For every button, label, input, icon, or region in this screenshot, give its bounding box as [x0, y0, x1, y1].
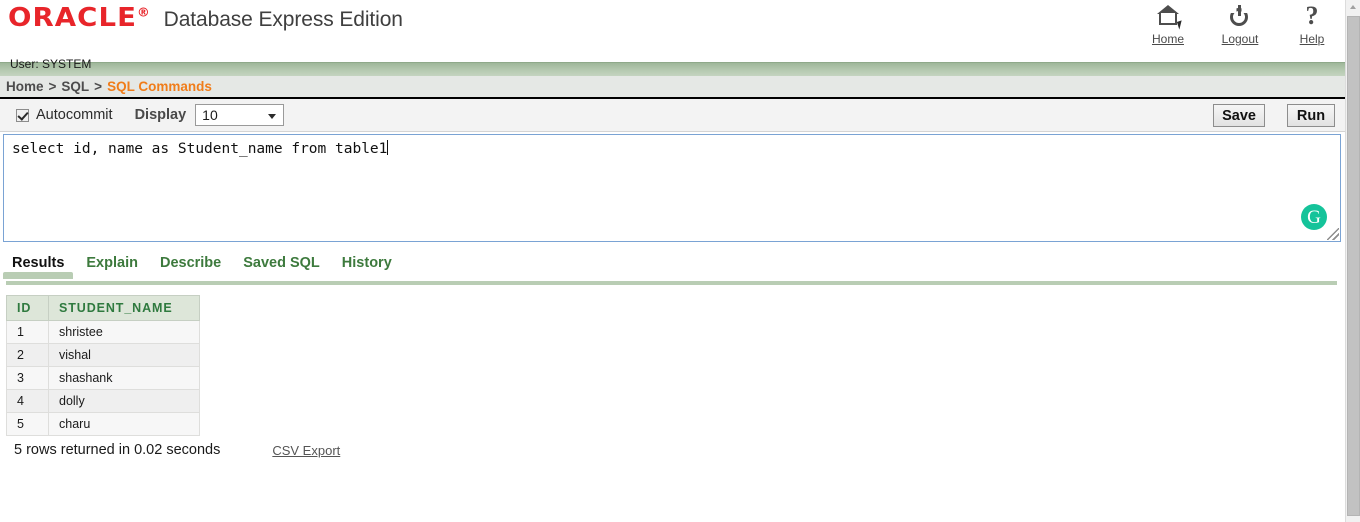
header-nav: Home Logout ? Help — [1143, 1, 1337, 47]
column-header-id[interactable]: ID — [6, 295, 49, 321]
tab-results[interactable]: Results — [2, 255, 74, 279]
autocommit-checkbox[interactable] — [16, 108, 29, 122]
text-caret — [387, 140, 389, 155]
current-user-label: User: SYSTEM — [10, 57, 92, 71]
table-row: 1 shristee — [6, 320, 200, 344]
breadcrumb-separator: > — [48, 79, 57, 94]
tabs-underline — [6, 281, 1337, 285]
page-content: ORACLE® Database Express Edition User: S… — [0, 0, 1345, 522]
oracle-apex-sql-commands-page: ORACLE® Database Express Edition User: S… — [0, 0, 1360, 522]
nav-help-label: Help — [1299, 32, 1325, 46]
results-panel: ID STUDENT_NAME 1 shristee 2 vishal 3 sh… — [0, 295, 1345, 458]
toolbar-actions: Save Run — [1213, 104, 1335, 127]
breadcrumb-item-home[interactable]: Home — [6, 79, 44, 94]
cell-student-name: charu — [48, 412, 200, 436]
csv-export-link[interactable]: CSV Export — [272, 443, 340, 458]
oracle-logo: ORACLE® — [8, 5, 150, 31]
sql-toolbar: Autocommit Display 10 Save Run — [0, 99, 1345, 132]
sql-editor-content[interactable]: select id, name as Student_name from tab… — [4, 135, 1340, 159]
rows-returned-status: 5 rows returned in 0.02 seconds — [14, 442, 221, 458]
power-icon — [1215, 2, 1265, 30]
cell-id: 4 — [6, 389, 49, 413]
tab-describe[interactable]: Describe — [160, 255, 221, 279]
cell-student-name: dolly — [48, 389, 200, 413]
cell-id: 2 — [6, 343, 49, 367]
question-mark-icon: ? — [1305, 1, 1319, 30]
tab-explain[interactable]: Explain — [86, 255, 138, 279]
grammarly-icon[interactable]: G — [1301, 204, 1327, 230]
cell-id: 3 — [6, 366, 49, 390]
results-table-body: 1 shristee 2 vishal 3 shashank 4 dolly 5… — [6, 320, 200, 436]
oracle-logo-text: ORACLE — [8, 3, 137, 33]
nav-home-label: Home — [1151, 32, 1184, 46]
results-status-row: 5 rows returned in 0.02 seconds CSV Expo… — [6, 442, 1345, 458]
header-accent-band — [0, 62, 1345, 76]
table-row: 3 shashank — [6, 366, 200, 390]
sql-editor-text: select id, name as Student_name from tab… — [12, 141, 388, 157]
scrollbar-thumb[interactable] — [1347, 16, 1360, 516]
brand-block: ORACLE® Database Express Edition — [8, 5, 403, 32]
table-row: 2 vishal — [6, 343, 200, 367]
display-rows-select[interactable]: 10 — [195, 104, 285, 126]
breadcrumb-item-sql[interactable]: SQL — [61, 79, 89, 94]
nav-logout-button[interactable]: Logout — [1215, 2, 1265, 46]
run-button[interactable]: Run — [1287, 104, 1335, 127]
app-header: ORACLE® Database Express Edition User: S… — [0, 0, 1345, 71]
editor-resize-handle[interactable] — [1327, 228, 1339, 240]
display-rows-value: 10 — [202, 107, 218, 123]
breadcrumb-item-sql-commands: SQL Commands — [107, 79, 212, 94]
breadcrumb: Home > SQL > SQL Commands — [0, 76, 1345, 99]
cell-id: 1 — [6, 320, 49, 344]
breadcrumb-separator: > — [94, 79, 103, 94]
tab-history[interactable]: History — [342, 255, 392, 279]
save-button[interactable]: Save — [1213, 104, 1265, 127]
cell-student-name: shristee — [48, 320, 200, 344]
table-row: 4 dolly — [6, 389, 200, 413]
nav-help-button[interactable]: ? Help — [1287, 1, 1337, 47]
home-icon — [1143, 2, 1193, 30]
results-tabs: Results Explain Describe Saved SQL Histo… — [0, 255, 1345, 285]
registered-mark-icon: ® — [136, 5, 150, 20]
results-table: ID STUDENT_NAME 1 shristee 2 vishal 3 sh… — [6, 295, 200, 436]
cell-student-name: shashank — [48, 366, 200, 390]
nav-home-button[interactable]: Home — [1143, 2, 1193, 46]
cell-student-name: vishal — [48, 343, 200, 367]
page-scrollbar[interactable] — [1345, 0, 1360, 522]
nav-logout-label: Logout — [1221, 32, 1259, 46]
sql-editor[interactable]: select id, name as Student_name from tab… — [3, 134, 1341, 242]
cell-id: 5 — [6, 412, 49, 436]
column-header-student-name[interactable]: STUDENT_NAME — [48, 295, 200, 321]
chevron-down-icon — [268, 114, 277, 119]
product-title: Database Express Edition — [163, 8, 403, 31]
tab-saved-sql[interactable]: Saved SQL — [243, 255, 320, 279]
table-header-row: ID STUDENT_NAME — [6, 295, 200, 321]
scroll-up-arrow-icon[interactable] — [1346, 0, 1360, 14]
autocommit-label: Autocommit — [36, 107, 113, 123]
display-label: Display — [134, 107, 187, 123]
table-row: 5 charu — [6, 412, 200, 436]
